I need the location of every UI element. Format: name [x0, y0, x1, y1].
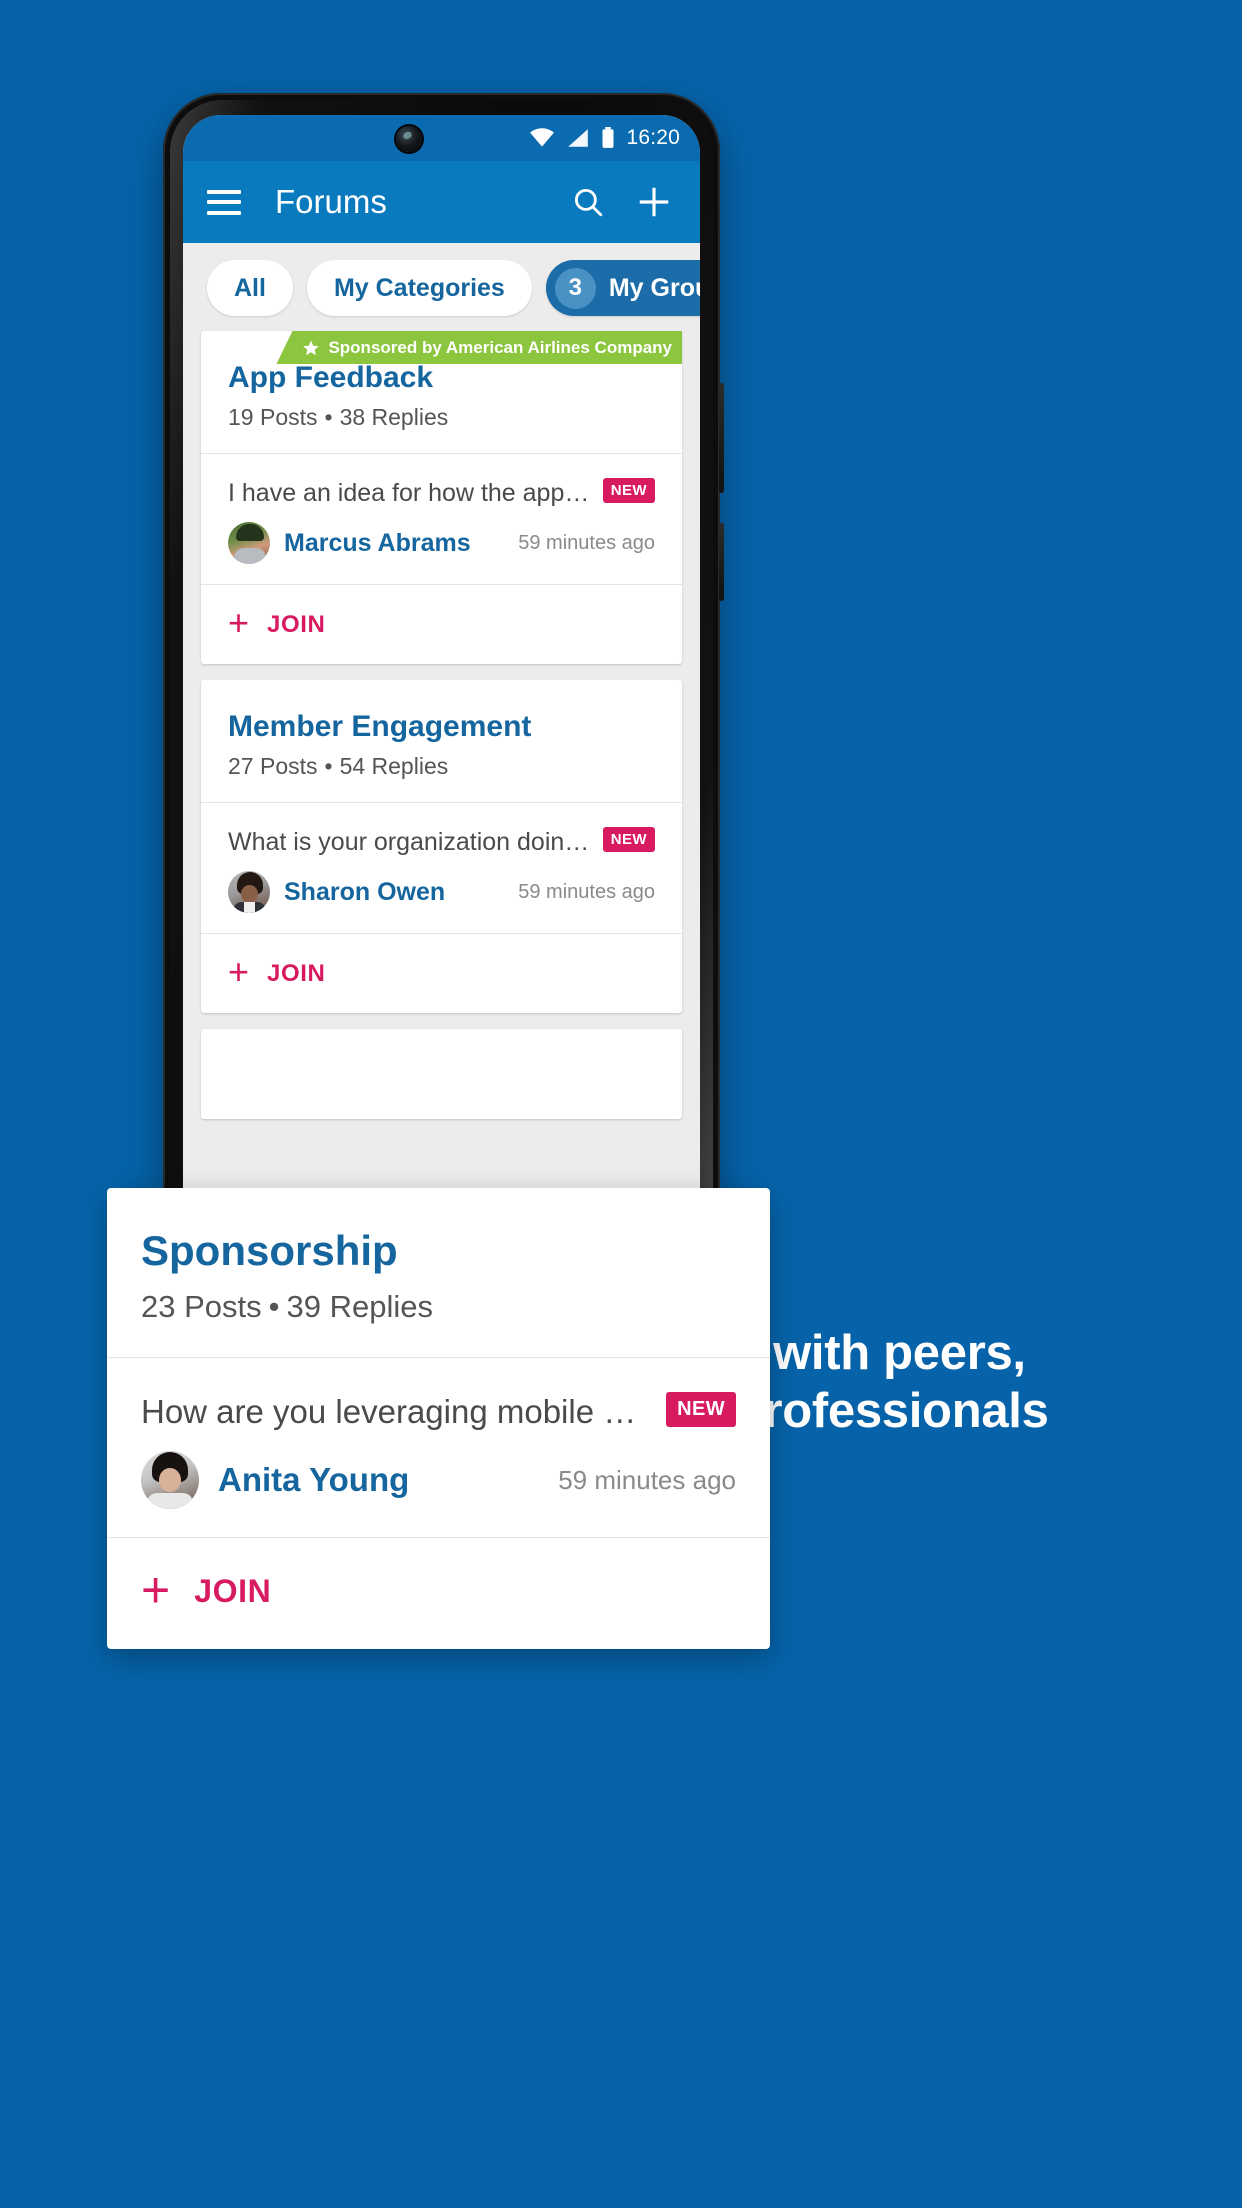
forum-card-partial[interactable]	[201, 1029, 682, 1119]
battery-icon	[602, 127, 614, 148]
author-name[interactable]: Marcus Abrams	[284, 529, 518, 558]
join-button[interactable]: + JOIN	[201, 585, 682, 664]
thread-title: How are you leveraging mobile with your …	[141, 1393, 654, 1430]
forum-title[interactable]: Sponsorship	[141, 1227, 736, 1275]
star-icon	[303, 340, 320, 355]
forum-title[interactable]: App Feedback	[228, 361, 655, 395]
thread-title: I have an idea for how the app can make …	[228, 479, 591, 507]
plus-icon: +	[228, 951, 250, 992]
stats-separator: •	[324, 404, 333, 430]
join-label: JOIN	[194, 1573, 272, 1609]
search-icon	[574, 188, 603, 217]
replies-count: 54 Replies	[339, 753, 449, 779]
posts-count: 23 Posts	[141, 1289, 262, 1324]
thread-preview[interactable]: I have an idea for how the app can make …	[201, 454, 682, 584]
timestamp: 59 minutes ago	[558, 1464, 736, 1495]
filter-chip-my-groups-label: My Groups	[608, 273, 700, 302]
thread-title: What is your organization doing to attra…	[228, 828, 591, 856]
filter-chip-all[interactable]: All	[207, 260, 293, 316]
forum-stats: 27 Posts • 54 Replies	[228, 753, 655, 780]
forum-card-header: Sponsorship 23 Posts • 39 Replies	[107, 1188, 770, 1357]
author-name[interactable]: Anita Young	[218, 1461, 558, 1499]
hamburger-menu-icon[interactable]	[207, 189, 241, 215]
posts-count: 27 Posts	[228, 753, 318, 779]
forum-card[interactable]: Member Engagement 27 Posts • 54 Replies Wh…	[201, 680, 682, 1013]
new-badge: NEW	[666, 1392, 736, 1427]
volume-button[interactable]	[719, 383, 724, 493]
search-button[interactable]	[566, 180, 610, 224]
app-bar: Forums	[183, 161, 700, 243]
filter-chip-my-groups[interactable]: 3 My Groups	[545, 260, 700, 316]
join-button[interactable]: + JOIN	[201, 934, 682, 1013]
replies-count: 38 Replies	[339, 404, 449, 430]
phone-device-mockup: 16:20 Forums All My Categories 3 My Gro …	[163, 93, 724, 1273]
avatar	[228, 871, 270, 913]
wifi-icon	[530, 128, 555, 147]
new-badge: NEW	[602, 827, 655, 852]
avatar	[141, 1451, 199, 1509]
stats-separator: •	[268, 1289, 280, 1324]
forum-stats: 19 Posts • 38 Replies	[228, 404, 655, 431]
highlighted-forum-card[interactable]: Sponsorship 23 Posts • 39 Replies How are …	[107, 1188, 770, 1649]
front-camera-punch-hole-icon	[395, 126, 422, 152]
filter-chip-my-categories-label: My Categories	[333, 273, 505, 302]
thread-preview[interactable]: How are you leveraging mobile with your …	[107, 1358, 770, 1537]
plus-icon	[639, 187, 669, 217]
power-button[interactable]	[719, 523, 724, 601]
join-label: JOIN	[267, 959, 326, 987]
forum-card-header: Member Engagement 27 Posts • 54 Replies	[201, 680, 682, 802]
posts-count: 19 Posts	[228, 404, 318, 430]
join-label: JOIN	[267, 610, 326, 638]
thread-preview[interactable]: What is your organization doing to attra…	[201, 803, 682, 933]
signal-icon	[568, 129, 589, 147]
new-badge: NEW	[602, 478, 655, 503]
filter-chip-count-badge: 3	[554, 267, 596, 309]
stats-separator: •	[324, 753, 333, 779]
filter-chip-my-categories[interactable]: My Categories	[306, 260, 532, 316]
status-bar: 16:20	[183, 115, 700, 161]
avatar	[228, 522, 270, 564]
replies-count: 39 Replies	[286, 1289, 433, 1324]
filter-chip-all-label: All	[234, 273, 266, 302]
page-title: Forums	[275, 183, 387, 220]
plus-icon: +	[141, 1562, 171, 1618]
add-post-button[interactable]	[632, 180, 676, 224]
author-name[interactable]: Sharon Owen	[284, 878, 518, 907]
join-button[interactable]: + JOIN	[107, 1538, 770, 1649]
forum-feed-list[interactable]: Sponsored by American Airlines Company A…	[183, 331, 700, 1249]
sponsored-ribbon: Sponsored by American Airlines Company	[276, 331, 682, 364]
plus-icon: +	[228, 602, 250, 643]
filter-chip-bar: All My Categories 3 My Groups	[183, 243, 700, 331]
sponsored-ribbon-text: Sponsored by American Airlines Company	[328, 337, 672, 357]
forum-card[interactable]: Sponsored by American Airlines Company A…	[201, 331, 682, 664]
forum-stats: 23 Posts • 39 Replies	[141, 1289, 736, 1325]
timestamp: 59 minutes ago	[518, 880, 655, 903]
timestamp: 59 minutes ago	[518, 531, 655, 554]
forum-title[interactable]: Member Engagement	[228, 710, 655, 744]
phone-screen: 16:20 Forums All My Categories 3 My Gro …	[183, 115, 700, 1249]
status-time: 16:20	[626, 126, 680, 149]
